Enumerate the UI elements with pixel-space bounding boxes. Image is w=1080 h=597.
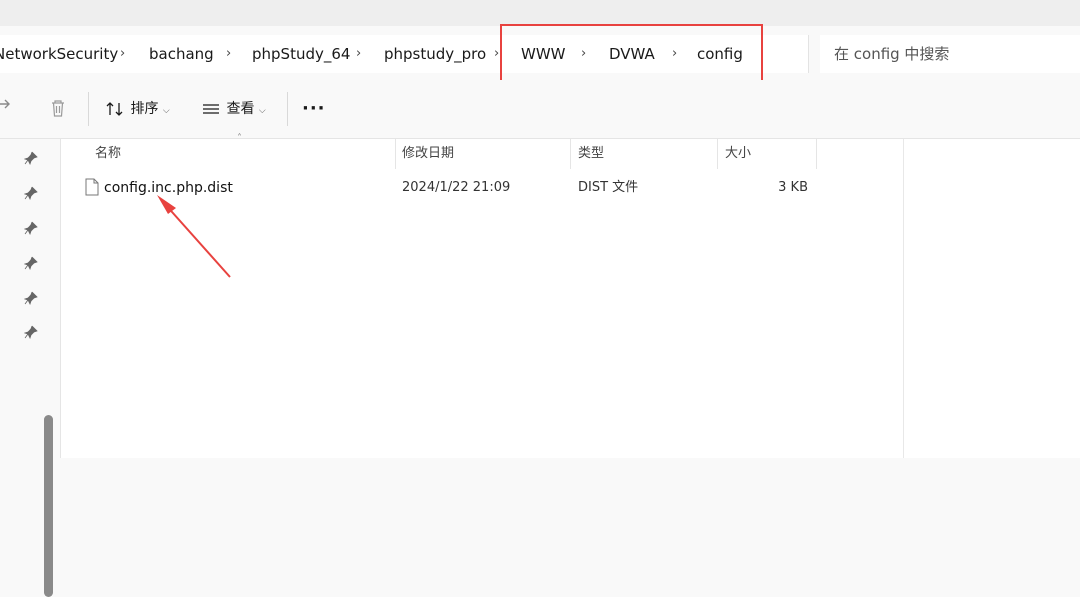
annotation-arrow [157,195,231,278]
